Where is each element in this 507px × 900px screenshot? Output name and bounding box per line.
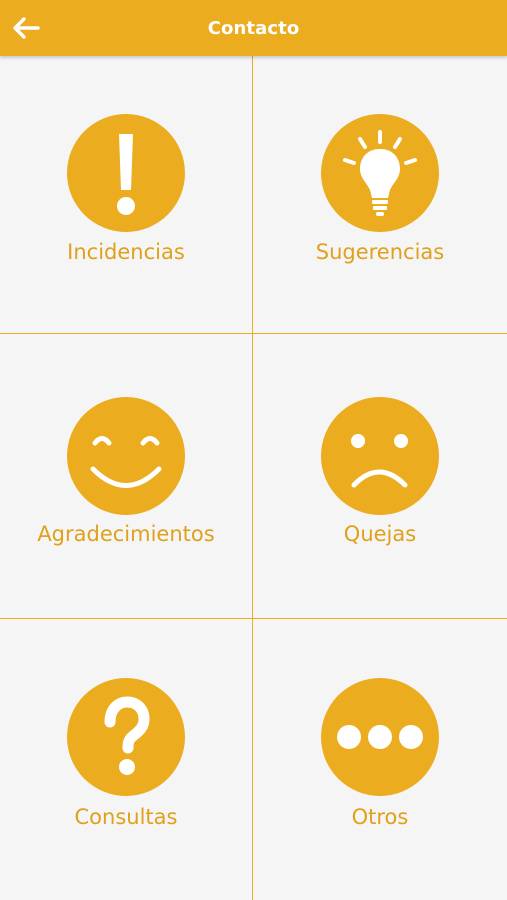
option-sugerencias[interactable]: Sugerencias (253, 56, 507, 334)
option-consultas[interactable]: Consultas (0, 619, 253, 900)
contact-screen: Contacto Incidencias Sugerencias Agradec… (0, 0, 507, 900)
consultas-icon-circle (67, 678, 185, 796)
option-quejas[interactable]: Quejas (253, 334, 507, 619)
option-label-agradecimientos: Agradecimientos (37, 522, 215, 546)
option-label-quejas: Quejas (343, 522, 417, 546)
option-agradecimientos[interactable]: Agradecimientos (0, 334, 253, 619)
top-bar: Contacto (0, 0, 507, 56)
contact-options-grid: Incidencias Sugerencias Agradecimientos … (0, 56, 507, 900)
option-label-otros: Otros (351, 805, 409, 829)
option-label-incidencias: Incidencias (67, 240, 185, 264)
happy-face-icon (67, 397, 185, 515)
quejas-icon-circle (321, 397, 439, 515)
otros-icon-circle (321, 678, 439, 796)
option-label-consultas: Consultas (74, 805, 178, 829)
option-incidencias[interactable]: Incidencias (0, 56, 253, 334)
exclamation-icon (67, 114, 185, 232)
sugerencias-icon-circle (321, 114, 439, 232)
ellipsis-icon (321, 678, 439, 796)
agradecimientos-icon-circle (67, 397, 185, 515)
lightbulb-icon (321, 114, 439, 232)
incidencias-icon-circle (67, 114, 185, 232)
option-otros[interactable]: Otros (253, 619, 507, 900)
question-mark-icon (67, 678, 185, 796)
option-label-sugerencias: Sugerencias (315, 240, 445, 264)
sad-face-icon (321, 397, 439, 515)
page-title: Contacto (207, 18, 300, 39)
